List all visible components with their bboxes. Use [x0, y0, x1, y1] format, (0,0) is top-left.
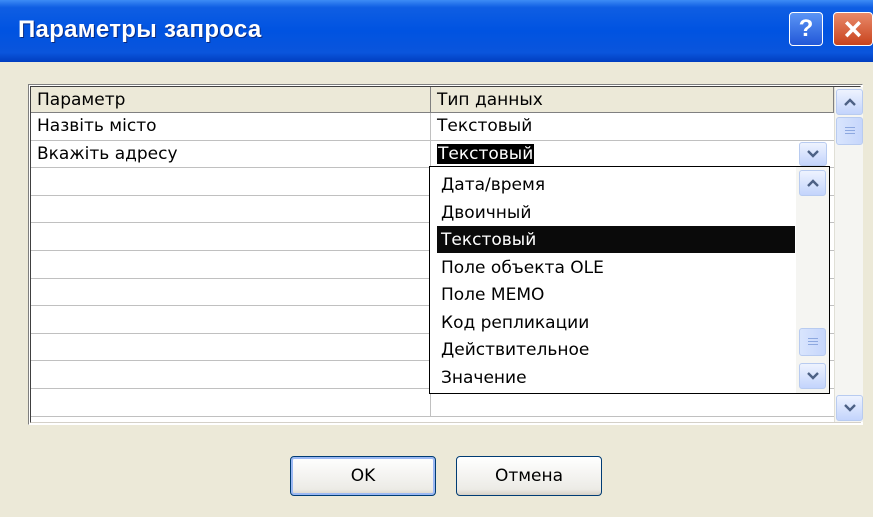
- parameter-cell[interactable]: Назвіть місто: [31, 113, 431, 140]
- table-row: Вкажіть адресу Текстовый: [31, 140, 834, 169]
- chevron-down-icon: [807, 372, 819, 380]
- grid-header: Параметр Тип данных: [31, 87, 834, 113]
- column-header-data-type[interactable]: Тип данных: [431, 87, 834, 113]
- dropdown-option-selected[interactable]: Текстовый: [437, 226, 795, 253]
- dropdown-option[interactable]: Поле объекта OLE: [437, 254, 795, 281]
- close-button[interactable]: ×: [833, 10, 873, 47]
- scroll-thumb-grip-icon: [845, 127, 855, 128]
- scroll-thumb-grip-line: [808, 344, 818, 345]
- dropdown-option[interactable]: Код репликации: [437, 309, 795, 336]
- title-bar[interactable]: Параметры запроса ? ×: [0, 0, 873, 62]
- dropdown-option[interactable]: Дата/время: [437, 171, 795, 198]
- table-row: Назвіть місто Текстовый: [31, 113, 834, 141]
- scroll-thumb[interactable]: [836, 117, 863, 145]
- parameter-cell[interactable]: [31, 250, 431, 278]
- dropdown-scroll-down-button[interactable]: [799, 363, 826, 389]
- dropdown-scroll-up-button[interactable]: [799, 170, 826, 196]
- query-parameters-dialog: Параметры запроса ? × Параметр Тип данны…: [0, 0, 873, 517]
- chevron-down-icon: [844, 404, 856, 412]
- data-type-cell-editing[interactable]: Текстовый: [431, 141, 834, 168]
- parameter-cell[interactable]: [31, 278, 431, 306]
- data-type-dropdown-button[interactable]: [799, 142, 827, 166]
- column-header-parameter[interactable]: Параметр: [31, 87, 431, 113]
- dropdown-option[interactable]: Двоичный: [437, 199, 795, 226]
- parameter-cell[interactable]: [31, 306, 431, 333]
- scroll-thumb-grip-line: [845, 133, 855, 134]
- window-title: Параметры запроса: [18, 16, 262, 43]
- chevron-up-icon: [807, 179, 819, 187]
- chevron-up-icon: [844, 98, 856, 106]
- scroll-down-button[interactable]: [836, 395, 863, 421]
- data-type-selected-value: Текстовый: [437, 143, 535, 164]
- parameter-cell[interactable]: [31, 333, 431, 361]
- help-button[interactable]: ?: [789, 12, 823, 46]
- ok-button[interactable]: OK: [290, 456, 436, 496]
- help-icon: ?: [798, 15, 814, 42]
- parameter-cell[interactable]: Вкажіть адресу: [31, 140, 431, 168]
- data-type-cell[interactable]: Текстовый: [431, 113, 834, 140]
- scroll-thumb-grip-line: [808, 341, 818, 342]
- dropdown-scroll-thumb[interactable]: [799, 328, 826, 356]
- dropdown-option[interactable]: Значение: [437, 364, 795, 391]
- dropdown-option[interactable]: Поле MEMO: [437, 281, 795, 308]
- parameter-cell[interactable]: [31, 195, 431, 223]
- dropdown-option[interactable]: Действительное: [437, 336, 795, 363]
- grid-vertical-scrollbar[interactable]: [834, 87, 863, 422]
- data-type-dropdown-list[interactable]: Дата/время Двоичный Текстовый Поле объек…: [429, 166, 830, 394]
- scroll-thumb-grip-icon: [808, 338, 818, 339]
- cancel-button[interactable]: Отмена: [456, 456, 602, 496]
- parameter-cell[interactable]: [31, 388, 431, 416]
- scroll-up-button[interactable]: [836, 89, 863, 115]
- parameter-cell[interactable]: [31, 223, 431, 250]
- close-icon: ×: [843, 10, 863, 47]
- dropdown-scrollbar[interactable]: [796, 167, 829, 393]
- scroll-thumb-grip-line: [845, 130, 855, 131]
- parameter-cell[interactable]: [31, 361, 431, 388]
- chevron-down-icon: [807, 150, 819, 158]
- parameter-cell[interactable]: [31, 168, 431, 195]
